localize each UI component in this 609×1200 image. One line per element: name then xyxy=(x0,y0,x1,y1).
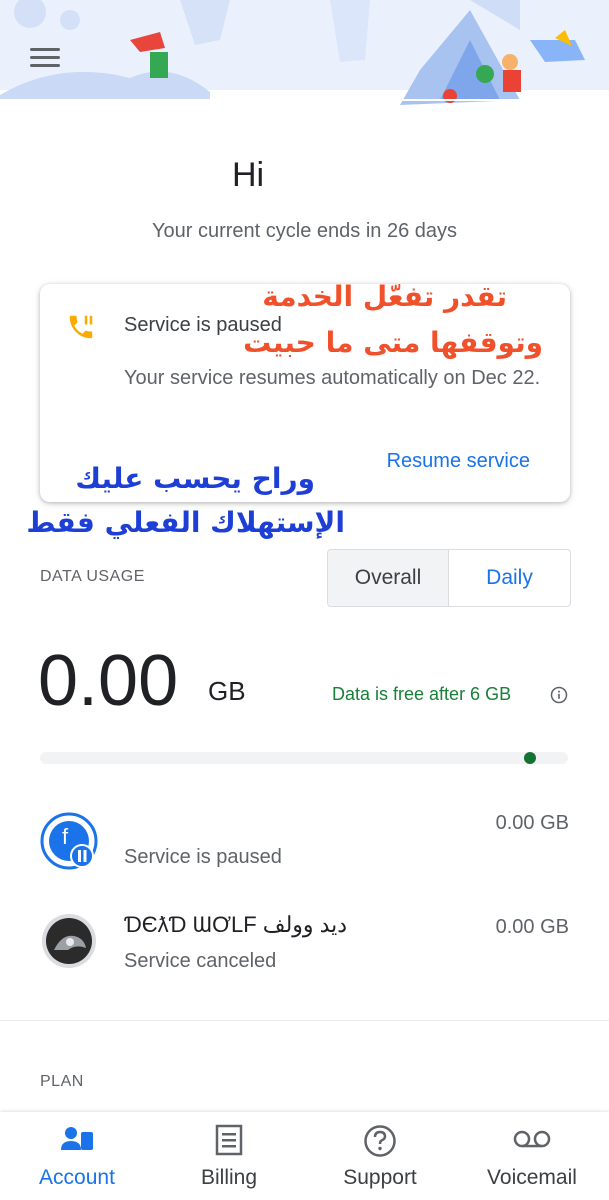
voicemail-icon xyxy=(512,1124,552,1159)
billing-icon xyxy=(214,1124,244,1161)
account-icon xyxy=(59,1124,95,1159)
nav-label: Voicemail xyxy=(487,1166,577,1189)
free-threshold-marker xyxy=(524,752,536,764)
line-status: Service is paused xyxy=(124,846,282,868)
wolf-photo-avatar xyxy=(40,912,98,975)
data-usage-title: DATA USAGE xyxy=(40,568,145,585)
greeting-title: Hi xyxy=(232,156,265,194)
nav-label: Billing xyxy=(200,1166,258,1189)
phone-paused-icon xyxy=(66,312,96,347)
nav-label: Support xyxy=(343,1166,417,1189)
nav-voicemail[interactable]: Voicemail xyxy=(457,1112,607,1200)
resume-service-button[interactable]: Resume service xyxy=(387,450,530,473)
usage-progress-bar xyxy=(40,752,568,764)
help-icon xyxy=(363,1124,397,1163)
nav-label: Account xyxy=(39,1166,115,1189)
overlay-text-line3: وراح يحسب عليك xyxy=(75,462,315,495)
line-usage: 0.00 GB xyxy=(495,916,569,938)
header-illustration xyxy=(0,0,609,112)
usage-value: 0.00 xyxy=(38,641,179,721)
card-body: Your service resumes automatically on De… xyxy=(124,367,541,389)
list-item[interactable]: ƊЄƛƊ ƜƠLF ديد وولف Service canceled 0.00… xyxy=(0,900,609,990)
bottom-navigation: Account Billing Support Voicemail xyxy=(0,1112,609,1200)
free-data-note: Data is free after 6 GB xyxy=(332,684,512,704)
list-item[interactable]: f Service is paused 0.00 GB xyxy=(0,800,609,890)
usage-unit: GB xyxy=(208,676,246,706)
overlay-text-line2: وتوقفها متى ما حبيت xyxy=(243,326,543,359)
usage-view-toggle: Overall Daily xyxy=(327,549,571,607)
avatar-letter: f xyxy=(62,824,69,849)
hamburger-menu-icon[interactable] xyxy=(22,40,62,76)
tab-overall[interactable]: Overall xyxy=(328,550,449,606)
info-icon[interactable] xyxy=(550,686,568,704)
cycle-text: Your current cycle ends in 26 days xyxy=(152,220,457,242)
nav-billing[interactable]: Billing xyxy=(154,1112,304,1200)
nav-support[interactable]: Support xyxy=(305,1112,455,1200)
overlay-text-line1: تقدر تفعّل الخدمة xyxy=(262,280,507,313)
divider xyxy=(0,1020,609,1021)
line-title: ƊЄƛƊ ƜƠLF ديد وولف xyxy=(124,912,348,937)
overlay-text-line4: الإستهلاك الفعلي فقط xyxy=(26,506,345,539)
nav-account[interactable]: Account xyxy=(2,1112,152,1200)
line-usage: 0.00 GB xyxy=(495,812,569,834)
paused-avatar: f xyxy=(40,812,98,875)
line-status: Service canceled xyxy=(124,950,277,972)
plan-section-title: PLAN xyxy=(40,1073,84,1090)
tab-daily[interactable]: Daily xyxy=(449,550,570,606)
